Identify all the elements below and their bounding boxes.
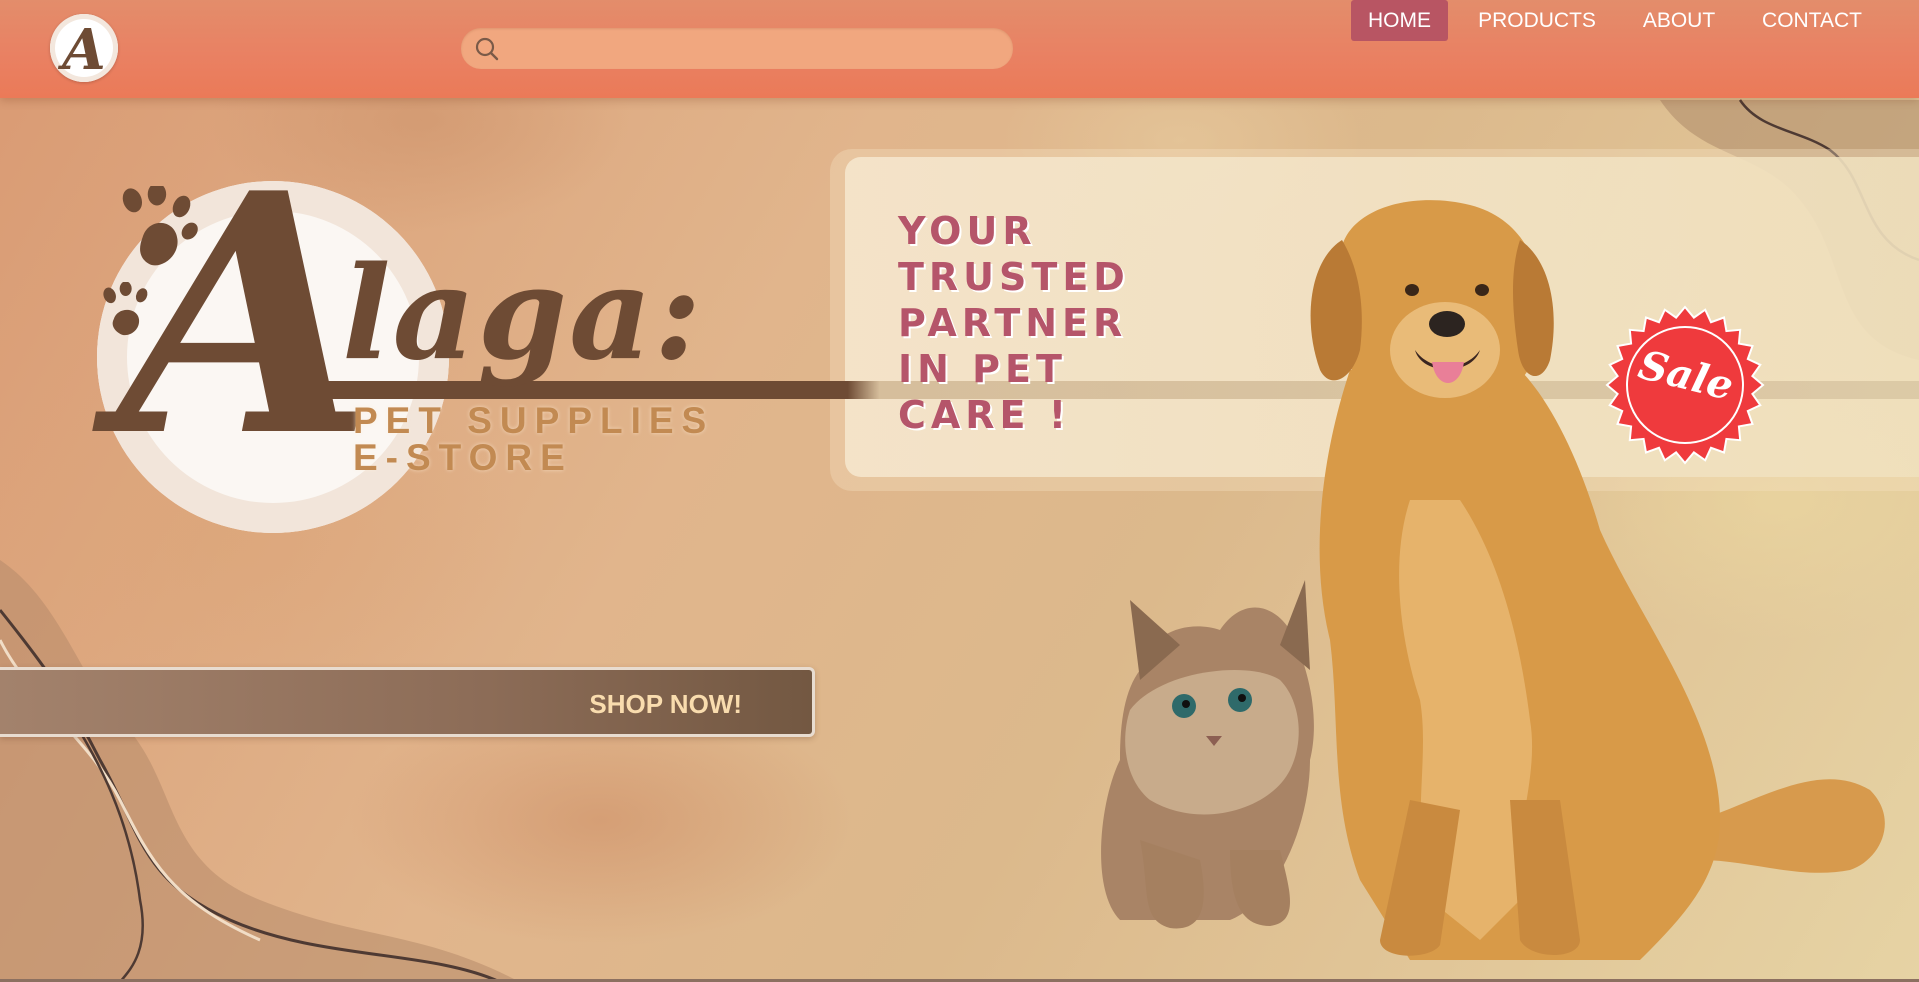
tagline: PET SUPPLIES E-STORE bbox=[353, 402, 714, 476]
paw-icon bbox=[122, 186, 198, 266]
paw-icon bbox=[103, 282, 148, 336]
nav-about[interactable]: ABOUT bbox=[1634, 0, 1724, 41]
pets-illustration bbox=[1101, 200, 1885, 960]
nav-products[interactable]: PRODUCTS bbox=[1470, 0, 1604, 41]
dog-illustration bbox=[1310, 200, 1885, 960]
logo-wordmark: laga: bbox=[342, 239, 704, 389]
shop-now-label: SHOP NOW! bbox=[589, 689, 742, 719]
shop-now-button[interactable]: SHOP NOW! bbox=[0, 667, 815, 737]
nav-contact[interactable]: CONTACT bbox=[1750, 0, 1874, 41]
cat-illustration bbox=[1101, 580, 1314, 929]
tagline-line-2: E-STORE bbox=[353, 437, 573, 478]
tagline-line-1: PET SUPPLIES bbox=[353, 400, 715, 441]
nav-home[interactable]: HOME bbox=[1351, 0, 1448, 41]
hero-logo: A laga: PET SUPPLIES E-STORE bbox=[0, 0, 1919, 560]
